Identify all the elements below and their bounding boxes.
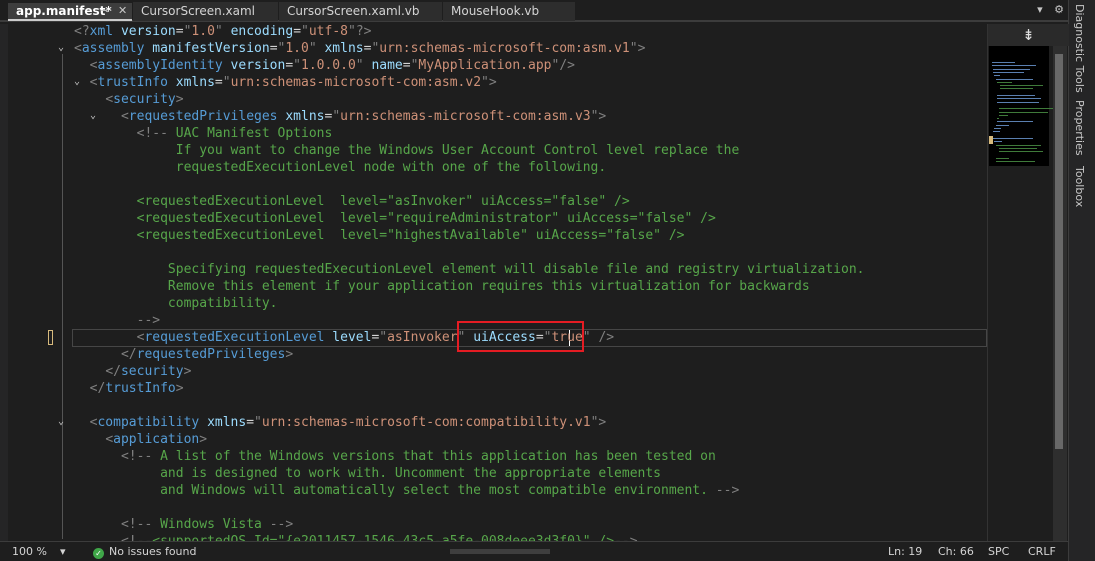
code-line[interactable]: <security> bbox=[74, 91, 183, 108]
minimap-line bbox=[995, 161, 1036, 162]
minimap-line bbox=[999, 114, 1008, 116]
code-line[interactable]: <trustInfo xmlns="urn:schemas-microsoft-… bbox=[74, 74, 497, 91]
minimap-line bbox=[999, 88, 1033, 90]
code-line[interactable]: <application> bbox=[74, 431, 207, 448]
minimap-line bbox=[999, 85, 1043, 87]
line-number[interactable]: Ln: 19 bbox=[888, 545, 922, 558]
fold-guide bbox=[62, 54, 63, 539]
scrollbar-thumb[interactable] bbox=[1055, 54, 1063, 449]
minimap-line bbox=[993, 68, 1031, 70]
minimap-line bbox=[993, 137, 1033, 139]
line-ending[interactable]: CRLF bbox=[1028, 545, 1056, 558]
tab-controls: ▾ ⚙ bbox=[1029, 3, 1064, 16]
gear-icon[interactable]: ⚙ bbox=[1054, 3, 1064, 16]
minimap-line bbox=[994, 75, 1001, 77]
indicator-margin bbox=[0, 24, 8, 541]
code-line[interactable]: requestedExecutionLevel node with one of… bbox=[74, 159, 606, 176]
minimap-line bbox=[996, 101, 1039, 103]
code-line[interactable]: and is designed to work with. Uncomment … bbox=[74, 465, 661, 482]
code-line[interactable]: <!--<supportedOS Id="{e2011457-1546-43c5… bbox=[74, 533, 638, 541]
code-line[interactable]: Specifying requestedExecutionLevel eleme… bbox=[74, 261, 865, 278]
code-line[interactable]: <assemblyIdentity version="1.0.0.0" name… bbox=[74, 57, 575, 74]
minimap-line bbox=[999, 108, 1053, 110]
minimap-line bbox=[995, 144, 1042, 146]
minimap-line bbox=[993, 131, 1001, 133]
minimap-line bbox=[998, 147, 1037, 149]
minimap-line bbox=[996, 121, 1034, 123]
fold-toggle-icon[interactable]: ⌄ bbox=[58, 416, 64, 427]
minimap-line bbox=[995, 157, 1009, 159]
code-line[interactable]: <requestedPrivileges xmlns="urn:schemas-… bbox=[74, 108, 606, 125]
scrollbar-thumb[interactable] bbox=[450, 549, 550, 554]
code-line[interactable]: <!-- A list of the Windows versions that… bbox=[74, 448, 716, 465]
chevron-down-icon[interactable]: ▾ bbox=[1037, 3, 1043, 16]
tab-properties[interactable]: Properties bbox=[1073, 100, 1086, 156]
tab-label: MouseHook.vb bbox=[451, 4, 540, 18]
code-editor[interactable]: <?xml version="1.0" encoding="utf-8"?> <a… bbox=[72, 24, 987, 541]
code-line[interactable]: --> bbox=[74, 312, 160, 329]
minimap-line bbox=[996, 118, 999, 120]
minimap-line bbox=[993, 71, 1025, 73]
document-tab-bar: app.manifest* ⊸ ✕ CursorScreen.xaml Curs… bbox=[0, 0, 1068, 22]
spacing-mode[interactable]: SPC bbox=[988, 545, 1009, 558]
code-line[interactable]: If you want to change the Windows User A… bbox=[74, 142, 740, 159]
tab-mousehook-vb[interactable]: MouseHook.vb bbox=[443, 2, 575, 21]
tab-cursorscreen-xaml[interactable]: CursorScreen.xaml bbox=[133, 2, 278, 21]
minimap-line bbox=[994, 141, 1003, 143]
code-line[interactable]: compatibility. bbox=[74, 295, 278, 312]
minimap-line bbox=[992, 65, 1036, 67]
zoom-level[interactable]: 100 % bbox=[12, 545, 47, 558]
check-circle-icon: ✓ bbox=[93, 548, 104, 559]
code-line[interactable]: </security> bbox=[74, 363, 191, 380]
code-line[interactable]: <?xml version="1.0" encoding="utf-8"?> bbox=[74, 24, 371, 40]
tab-cursorscreen-xaml-vb[interactable]: CursorScreen.xaml.vb bbox=[279, 2, 442, 21]
split-editor-icon[interactable]: ⇟ bbox=[988, 24, 1069, 46]
pin-icon[interactable]: ⊸ bbox=[100, 3, 109, 19]
code-line[interactable]: <requestedExecutionLevel level="asInvoke… bbox=[74, 329, 614, 346]
unsaved-change-marker bbox=[48, 330, 53, 345]
tab-toolbox[interactable]: Toolbox bbox=[1073, 166, 1086, 207]
tab-label: CursorScreen.xaml bbox=[141, 4, 255, 18]
editor-status-bar: 100 % ▾ ✓ No issues found Ln: 19 Ch: 66 S… bbox=[0, 541, 1068, 561]
code-line[interactable]: <requestedExecutionLevel level="asInvoke… bbox=[74, 193, 630, 210]
minimap-line bbox=[996, 81, 1012, 83]
minimap-line bbox=[995, 124, 1009, 126]
tab-label: app.manifest* bbox=[16, 4, 112, 18]
minimap-scrollbar[interactable]: ⇟ bbox=[987, 24, 1069, 541]
code-line[interactable]: </trustInfo> bbox=[74, 380, 184, 397]
code-line[interactable]: and Windows will automatically select th… bbox=[74, 482, 739, 499]
minimap-line bbox=[994, 128, 1001, 129]
horizontal-scrollbar[interactable] bbox=[140, 546, 860, 557]
code-line[interactable]: <requestedExecutionLevel level="highestA… bbox=[74, 227, 685, 244]
code-line[interactable]: Remove this element if your application … bbox=[74, 278, 810, 295]
close-icon[interactable]: ✕ bbox=[118, 3, 127, 19]
code-line[interactable]: <compatibility xmlns="urn:schemas-micros… bbox=[74, 414, 607, 431]
tab-label: CursorScreen.xaml.vb bbox=[287, 4, 420, 18]
code-line[interactable]: <requestedExecutionLevel level="requireA… bbox=[74, 210, 716, 227]
code-line[interactable]: </requestedPrivileges> bbox=[74, 346, 293, 363]
minimap-line bbox=[996, 95, 1035, 96]
code-line[interactable]: <!-- Windows Vista --> bbox=[74, 516, 293, 533]
tab-app-manifest[interactable]: app.manifest* ⊸ ✕ bbox=[8, 3, 132, 21]
minimap-line bbox=[995, 78, 1033, 80]
minimap-line bbox=[996, 98, 1042, 100]
column-number[interactable]: Ch: 66 bbox=[938, 545, 974, 558]
tab-diagnostic-tools[interactable]: Diagnostic Tools bbox=[1073, 4, 1086, 93]
side-tool-strip: Diagnostic Tools Properties Toolbox bbox=[1068, 0, 1095, 561]
minimap-line bbox=[999, 111, 1049, 113]
chevron-down-icon[interactable]: ▾ bbox=[60, 545, 66, 558]
minimap-line bbox=[998, 151, 1043, 153]
minimap-line bbox=[992, 62, 1015, 63]
code-line[interactable]: <!-- UAC Manifest Options bbox=[74, 125, 333, 142]
fold-toggle-icon[interactable]: ⌄ bbox=[58, 42, 64, 53]
code-line[interactable]: <assembly manifestVersion="1.0" xmlns="u… bbox=[74, 40, 645, 57]
